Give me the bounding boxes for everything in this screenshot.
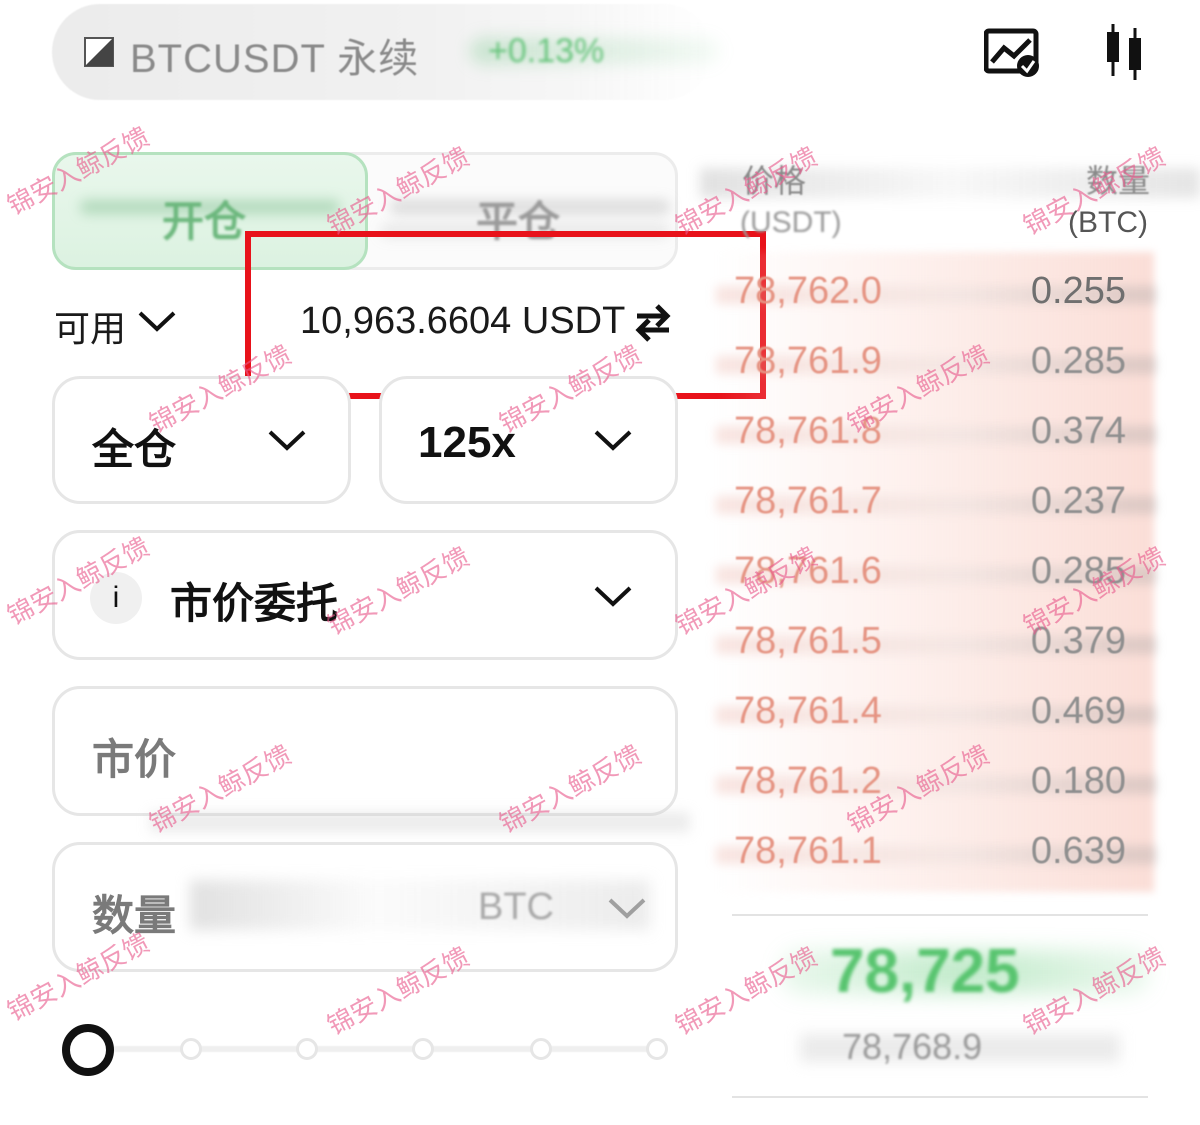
leverage-value: 125x — [418, 418, 516, 467]
ask-qty: 0.255 — [1030, 270, 1126, 312]
ask-price: 78,761.4 — [734, 690, 882, 732]
price-field-blur — [150, 812, 690, 832]
ask-qty: 0.180 — [1030, 760, 1126, 802]
order-book-qty-header: 数量 — [1086, 162, 1151, 200]
candlestick-icon[interactable] — [1104, 24, 1146, 80]
ask-qty: 0.374 — [1030, 410, 1126, 452]
ask-price: 78,761.5 — [734, 620, 882, 662]
ask-row[interactable]: 78,761.7 0.237 — [716, 476, 1156, 528]
order-type-value: 市价委托 — [170, 579, 339, 628]
order-book-price-header: 价格 — [742, 162, 807, 200]
quantity-label: 数量 — [92, 891, 177, 940]
ask-row[interactable]: 78,761.8 0.374 — [716, 406, 1156, 458]
quantity-unit-select[interactable]: BTC — [478, 886, 554, 929]
order-type-select[interactable] — [52, 530, 678, 660]
tab-open-label: 开仓 — [162, 197, 247, 246]
quantity-field-blur — [190, 880, 650, 930]
chevron-down-icon[interactable] — [136, 305, 178, 337]
price-placeholder: 市价 — [92, 735, 177, 784]
slider-node-end[interactable] — [646, 1038, 668, 1060]
chevron-down-icon — [594, 586, 632, 607]
ask-price: 78,761.9 — [734, 340, 882, 382]
ask-qty: 0.285 — [1030, 340, 1126, 382]
chevron-down-icon[interactable] — [606, 892, 648, 924]
ask-price: 78,761.7 — [734, 480, 882, 522]
ask-price: 78,761.8 — [734, 410, 882, 452]
available-label[interactable]: 可用 — [54, 300, 126, 352]
slider-handle[interactable] — [62, 1024, 114, 1076]
ask-qty: 0.379 — [1030, 620, 1126, 662]
chevron-down-icon — [594, 430, 632, 451]
highlight-annotation — [245, 231, 766, 399]
slider-node-25[interactable] — [180, 1038, 202, 1060]
mark-price: 78,768.9 — [842, 1026, 983, 1067]
symbol-name: BTCUSDT 永续 — [130, 37, 420, 81]
ask-price: 78,762.0 — [734, 270, 882, 312]
ask-row[interactable]: 78,761.2 0.180 — [716, 756, 1156, 808]
order-book-qty-unit: (BTC) — [1068, 206, 1148, 239]
ask-row[interactable]: 78,761.5 0.379 — [716, 616, 1156, 668]
ask-row[interactable]: 78,761.6 0.285 — [716, 546, 1156, 598]
ask-qty: 0.639 — [1030, 830, 1126, 872]
chart-check-icon[interactable] — [984, 28, 1042, 78]
ask-qty: 0.285 — [1030, 550, 1126, 592]
margin-mode-value: 全仓 — [92, 425, 177, 474]
ask-price: 78,761.1 — [734, 830, 882, 872]
info-icon[interactable]: i — [90, 572, 142, 624]
order-book-divider — [732, 914, 1148, 916]
chevron-down-icon — [268, 430, 306, 451]
slider-node-75[interactable] — [412, 1038, 434, 1060]
ask-row[interactable]: 78,761.1 0.639 — [716, 826, 1156, 878]
order-book-price-unit: (USDT) — [740, 206, 842, 239]
slider-node-50[interactable] — [296, 1038, 318, 1060]
ask-qty: 0.237 — [1030, 480, 1126, 522]
ask-row[interactable]: 78,761.4 0.469 — [716, 686, 1156, 738]
ask-qty: 0.469 — [1030, 690, 1126, 732]
ask-price: 78,761.6 — [734, 550, 882, 592]
price-change: +0.13% — [488, 32, 605, 70]
contract-glyph-icon — [84, 37, 114, 67]
ask-price: 78,761.2 — [734, 760, 882, 802]
ask-row[interactable]: 78,761.9 0.285 — [716, 336, 1156, 388]
order-book-divider — [732, 1096, 1148, 1098]
slider-node-100[interactable] — [530, 1038, 552, 1060]
last-price[interactable]: 78,725 — [830, 936, 1020, 1007]
ask-row[interactable]: 78,762.0 0.255 — [716, 266, 1156, 318]
